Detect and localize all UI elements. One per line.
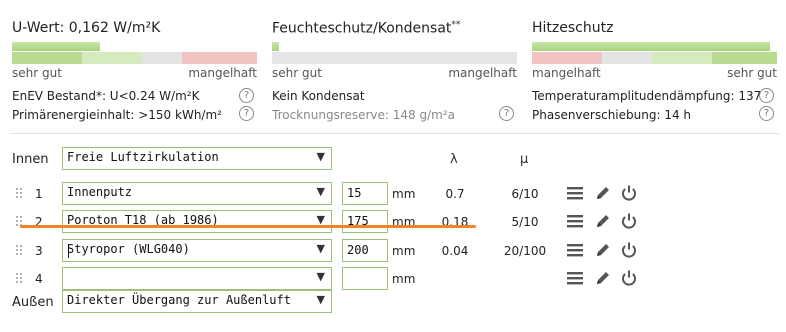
power-icon[interactable] xyxy=(620,241,638,259)
outer-surface-select[interactable]: Direkter Übergang zur Außenluft ▼ xyxy=(62,290,332,313)
menu-icon[interactable] xyxy=(566,241,584,259)
layer-index: 1 xyxy=(35,187,43,201)
power-icon[interactable] xyxy=(620,212,638,230)
hitze-scale-right: sehr gut xyxy=(727,66,777,80)
triangle-down-icon: ▼ xyxy=(316,293,325,306)
section-divider xyxy=(10,133,780,134)
layer-material-value: Styropor (WLG040) xyxy=(67,242,190,256)
layer-mu: 5/10 xyxy=(511,215,539,229)
mu-header: μ xyxy=(520,152,529,167)
layer-material-select[interactable]: Styropor (WLG040) ▼ xyxy=(62,239,332,262)
drag-handle-icon[interactable] xyxy=(16,188,24,200)
layer-thickness-input[interactable]: 175 xyxy=(342,210,388,233)
uwert-primaerenergie: Primärenergieinhalt: >150 kWh/m² xyxy=(12,108,222,122)
thickness-unit: mm xyxy=(392,187,416,201)
thickness-unit: mm xyxy=(392,272,416,286)
layer-thickness-input[interactable]: 200 xyxy=(342,239,388,262)
uwert-enev: EnEV Bestand*: U<0.24 W/m²K xyxy=(12,89,200,103)
layer-thickness-input[interactable]: 15 xyxy=(342,182,388,205)
menu-icon[interactable] xyxy=(566,212,584,230)
hitze-rating-bar xyxy=(532,42,777,64)
uwert-scale-left: sehr gut xyxy=(12,66,62,80)
layer-lambda: 0.04 xyxy=(441,244,469,258)
hitze-phasenverschiebung: Phasenverschiebung: 14 h xyxy=(532,108,692,122)
feuchte-kondensat: Kein Kondensat xyxy=(272,89,365,103)
highlight-underline xyxy=(20,225,476,228)
text-cursor xyxy=(68,244,69,258)
uwert-scale-right: mangelhaft xyxy=(188,66,257,80)
pencil-icon[interactable] xyxy=(594,269,612,287)
inner-surface-value: Freie Luftzirkulation xyxy=(67,150,219,164)
triangle-down-icon: ▼ xyxy=(316,270,325,283)
layer-thickness-input[interactable] xyxy=(342,267,388,290)
drag-handle-icon[interactable] xyxy=(16,245,24,257)
feuchte-trocknungsreserve: Trocknungsreserve: 148 g/m²a xyxy=(272,108,456,122)
hitze-amplitude: Temperaturamplitudendämpfung: 137 xyxy=(532,89,762,103)
hitze-title: Hitzeschutz xyxy=(532,20,614,36)
uwert-title: U-Wert: 0,162 W/m²K xyxy=(12,20,161,36)
power-icon[interactable] xyxy=(620,269,638,287)
question-circle-icon[interactable]: ? xyxy=(759,106,774,121)
power-icon[interactable] xyxy=(620,184,638,202)
layer-index: 3 xyxy=(35,244,43,258)
triangle-down-icon: ▼ xyxy=(316,150,325,163)
layer-material-select[interactable]: Innenputz ▼ xyxy=(62,182,332,205)
feuchte-scale-left: sehr gut xyxy=(272,66,322,80)
question-circle-icon[interactable]: ? xyxy=(499,106,514,121)
outer-label: Außen xyxy=(12,295,54,310)
layer-index: 4 xyxy=(35,272,43,286)
pencil-icon[interactable] xyxy=(594,241,612,259)
pencil-icon[interactable] xyxy=(594,212,612,230)
inner-label: Innen xyxy=(12,152,49,167)
pencil-icon[interactable] xyxy=(594,184,612,202)
layer-lambda: 0.7 xyxy=(445,187,465,201)
feuchte-scale-right: mangelhaft xyxy=(448,66,517,80)
lambda-header: λ xyxy=(450,152,458,167)
question-circle-icon[interactable]: ? xyxy=(759,88,774,103)
feuchte-rating-bar xyxy=(272,42,517,64)
hitze-scale-left: mangelhaft xyxy=(532,66,601,80)
thickness-unit: mm xyxy=(392,244,416,258)
feuchte-title: Feuchteschutz/Kondensat** xyxy=(272,20,461,37)
layer-mu: 20/100 xyxy=(503,244,547,258)
layer-mu: 6/10 xyxy=(511,187,539,201)
inner-surface-select[interactable]: Freie Luftzirkulation ▼ xyxy=(62,147,332,170)
layer-material-value: Innenputz xyxy=(67,185,133,199)
question-circle-icon[interactable]: ? xyxy=(239,88,254,103)
outer-surface-value: Direkter Übergang zur Außenluft xyxy=(67,293,291,307)
triangle-down-icon: ▼ xyxy=(316,185,325,198)
uwert-rating-bar xyxy=(12,42,257,64)
triangle-down-icon: ▼ xyxy=(316,242,325,255)
menu-icon[interactable] xyxy=(566,269,584,287)
question-circle-icon[interactable]: ? xyxy=(239,106,254,121)
layer-material-select[interactable]: Poroton T18 (ab 1986) ▼ xyxy=(62,210,332,233)
menu-icon[interactable] xyxy=(566,184,584,202)
drag-handle-icon[interactable] xyxy=(16,273,24,285)
layer-material-select[interactable]: ▼ xyxy=(62,267,332,290)
